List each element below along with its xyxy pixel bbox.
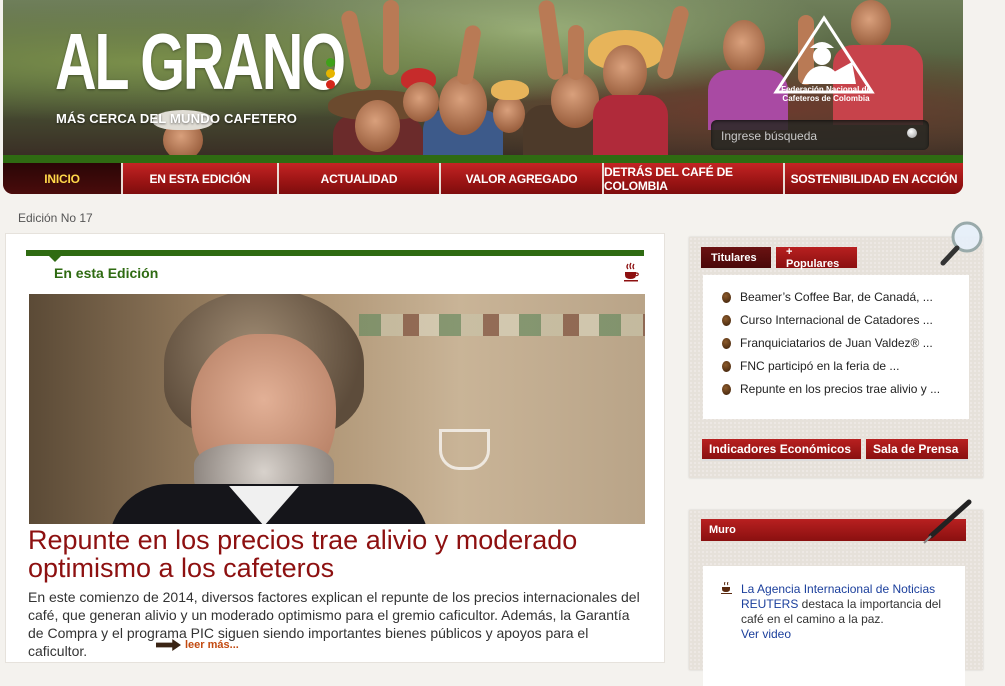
article-summary: En este comienzo de 2014, diversos facto… [28, 589, 640, 659]
coffee-bean-icon [722, 383, 731, 395]
section-title: En esta Edición [54, 265, 159, 281]
coffee-bean-icon [722, 360, 731, 372]
tab-titulares[interactable]: Titulares [701, 247, 771, 268]
list-item[interactable]: Curso Internacional de Catadores ... [722, 311, 933, 329]
nav-detras-del-cafe[interactable]: DETRÁS DEL CAFÉ DE COLOMBIA [604, 163, 785, 194]
muro-post: La Agencia Internacional de Noticias REU… [703, 566, 965, 686]
site-logo-subtitle: MÁS CERCA DEL MUNDO CAFETERO [56, 111, 298, 126]
sala-de-prensa-button[interactable]: Sala de Prensa [866, 439, 968, 461]
nav-valor-agregado[interactable]: VALOR AGREGADO [441, 163, 604, 194]
list-item[interactable]: Repunte en los precios trae alivio y ... [722, 380, 940, 398]
section-bar [26, 250, 644, 256]
list-item[interactable]: Franquiciatarios de Juan Valdez® ... [722, 334, 933, 352]
muro-panel: Muro La Agencia Internacional de Noticia… [689, 499, 983, 686]
coffee-bean-icon [722, 291, 731, 303]
nav-en-esta-edicion[interactable]: EN ESTA EDICIÓN [123, 163, 279, 194]
section-notch [49, 256, 61, 262]
list-item[interactable]: Beamer’s Coffee Bar, de Canadá, ... [722, 288, 933, 306]
read-more-label: leer más... [185, 639, 239, 651]
list-item[interactable]: FNC participó en la feria de ... [722, 357, 899, 375]
article-headline[interactable]: Repunte en los precios trae alivio y mod… [28, 526, 643, 582]
indicadores-button[interactable]: Indicadores Económicos [702, 439, 861, 461]
site-logo-title[interactable]: AL GRANO [55, 22, 346, 102]
arrow-right-icon [156, 639, 181, 651]
fnc-logo-text: Federación Nacional de Cafeteros de Colo… [781, 85, 871, 103]
magnifier-icon [940, 221, 983, 266]
main-nav: INICIO EN ESTA EDICIÓN ACTUALIDAD VALOR … [3, 163, 963, 194]
pen-icon [923, 499, 972, 544]
coffee-bean-icon [722, 337, 731, 349]
header-banner: AL GRANO MÁS CERCA DEL MUNDO CAFETERO Fe… [3, 0, 963, 155]
main-content: En esta Edición Repunte en los precios t… [5, 233, 665, 663]
featured-photo[interactable] [29, 294, 645, 524]
header-green-bar [3, 155, 963, 163]
edition-number: Edición No 17 [18, 211, 93, 225]
coffee-bean-icon [722, 314, 731, 326]
logo-dots [326, 58, 338, 91]
read-more-link[interactable]: leer más... [156, 639, 239, 651]
search-box [711, 120, 929, 150]
search-input[interactable] [719, 126, 903, 146]
nav-actualidad[interactable]: ACTUALIDAD [279, 163, 441, 194]
muro-post-text: La Agencia Internacional de Noticias REU… [741, 582, 942, 641]
coffee-cup-icon [624, 262, 639, 282]
coffee-cup-icon [721, 582, 732, 594]
tab-populares[interactable]: + Populares [776, 246, 857, 270]
nav-inicio[interactable]: INICIO [3, 163, 123, 194]
search-icon[interactable] [907, 128, 917, 138]
headlines-list: Beamer’s Coffee Bar, de Canadá, ... Curs… [703, 275, 969, 419]
nav-sostenibilidad[interactable]: SOSTENIBILIDAD EN ACCIÓN [785, 163, 963, 194]
headlines-panel: Titulares + Populares Beamer’s Coffee Ba… [689, 221, 983, 478]
ver-video-link[interactable]: Ver video [741, 627, 791, 641]
